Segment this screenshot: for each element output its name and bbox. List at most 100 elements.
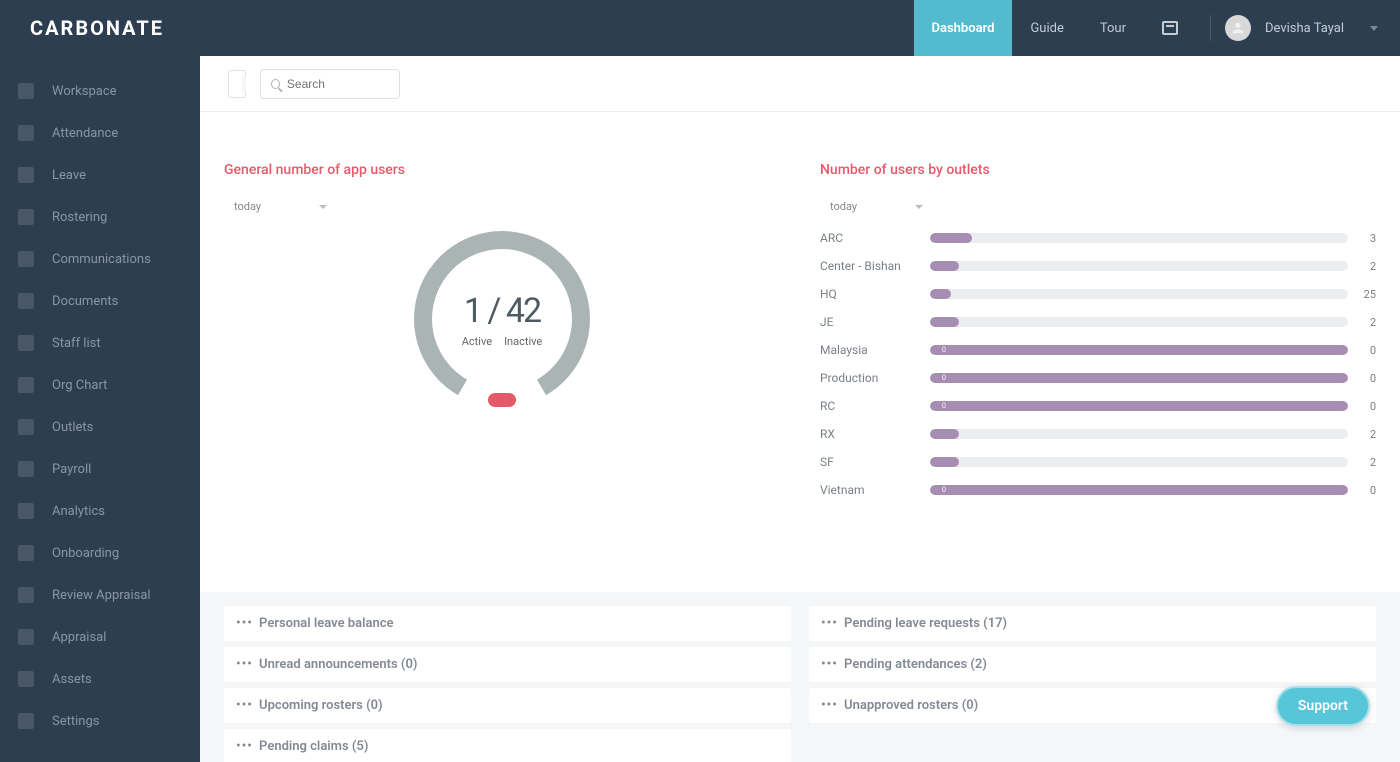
sidebar-item-label: Documents bbox=[52, 294, 118, 309]
outlet-row: Center - Bishan2 bbox=[820, 259, 1376, 273]
gauge-value: 1 / 42 bbox=[456, 291, 549, 331]
summary-card[interactable]: ••• Pending leave requests (17) bbox=[809, 606, 1376, 641]
outlet-name: RX bbox=[820, 427, 930, 441]
outlet-name: Vietnam bbox=[820, 483, 930, 497]
summary-card[interactable]: ••• Unread announcements (0) bbox=[224, 647, 791, 682]
chevron-down-icon bbox=[915, 205, 923, 209]
summary-title: Upcoming rosters (0) bbox=[256, 698, 383, 713]
avatar[interactable] bbox=[1225, 15, 1251, 41]
nav-tour[interactable]: Tour bbox=[1082, 0, 1144, 56]
sidebar-item-settings[interactable]: Settings bbox=[0, 700, 200, 742]
chevron-down-icon[interactable] bbox=[1370, 26, 1378, 31]
summary-card[interactable]: ••• Pending claims (5) bbox=[224, 729, 791, 762]
drag-icon: ••• bbox=[821, 657, 838, 672]
gauge-wrap: 1 / 42 ActiveInactive bbox=[224, 231, 780, 407]
sidebar-item-communications[interactable]: Communications bbox=[0, 238, 200, 280]
outlet-row: Malaysia00 bbox=[820, 343, 1376, 357]
panel-app-users: General number of app users today 1 / 42… bbox=[224, 162, 780, 562]
username[interactable]: Devisha Tayal bbox=[1265, 21, 1344, 36]
sidebar-item-review-appraisal[interactable]: Review Appraisal bbox=[0, 574, 200, 616]
summary-left-col: ••• Personal leave balance ••• Unread ann… bbox=[224, 606, 791, 762]
outlet-name: Production bbox=[820, 371, 930, 385]
sidebar-item-label: Org Chart bbox=[52, 378, 107, 393]
outlet-row: ARC3 bbox=[820, 231, 1376, 245]
sidebar-item-label: Attendance bbox=[52, 126, 118, 141]
search-input[interactable] bbox=[287, 77, 389, 91]
outlet-count: 0 bbox=[1348, 484, 1376, 497]
sidebar-item-rostering[interactable]: Rostering bbox=[0, 196, 200, 238]
drag-icon: ••• bbox=[236, 616, 253, 631]
sidebar-item-staff-list[interactable]: Staff list bbox=[0, 322, 200, 364]
sidebar-item-assets[interactable]: Assets bbox=[0, 658, 200, 700]
period-dropdown[interactable]: today bbox=[224, 200, 780, 213]
outlet-count: 0 bbox=[1348, 344, 1376, 357]
sidebar-icon bbox=[18, 83, 34, 99]
sidebar-item-outlets[interactable]: Outlets bbox=[0, 406, 200, 448]
search-box[interactable] bbox=[260, 69, 400, 99]
sidebar-icon bbox=[18, 377, 34, 393]
panel-title: Number of users by outlets bbox=[820, 162, 1376, 178]
outlet-row: RX 2 bbox=[820, 427, 1376, 441]
sidebar-item-workspace[interactable]: Workspace bbox=[0, 70, 200, 112]
outlet-count: 3 bbox=[1348, 232, 1376, 245]
nav-guide[interactable]: Guide bbox=[1012, 0, 1081, 56]
outlet-row: JE2 bbox=[820, 315, 1376, 329]
outlet-bar bbox=[930, 457, 1348, 467]
calendar-button[interactable] bbox=[1144, 0, 1196, 56]
outlet-bar bbox=[930, 429, 1348, 439]
summary-right-col: ••• Pending leave requests (17) ••• Pendi… bbox=[809, 606, 1376, 762]
sidebar-icon bbox=[18, 167, 34, 183]
gauge-chart: 1 / 42 ActiveInactive bbox=[414, 231, 590, 407]
period-dropdown[interactable]: today bbox=[820, 200, 1376, 213]
gauge-labels: ActiveInactive bbox=[456, 335, 549, 348]
outlet-count: 2 bbox=[1348, 260, 1376, 273]
summary-title: Unapproved rosters (0) bbox=[841, 698, 978, 713]
header: CARBONATE Dashboard Guide Tour Devisha T… bbox=[0, 0, 1400, 56]
drag-icon: ••• bbox=[821, 698, 838, 713]
outlet-name: RC bbox=[820, 399, 930, 413]
sidebar-item-label: Payroll bbox=[52, 462, 91, 477]
summary-card[interactable]: ••• Personal leave balance bbox=[224, 606, 791, 641]
outlet-row: RC00 bbox=[820, 399, 1376, 413]
tab-stub[interactable] bbox=[228, 70, 246, 98]
sidebar-icon bbox=[18, 293, 34, 309]
main: General number of app users today 1 / 42… bbox=[200, 56, 1400, 762]
outlet-row: Production00 bbox=[820, 371, 1376, 385]
sidebar-item-payroll[interactable]: Payroll bbox=[0, 448, 200, 490]
summary-card[interactable]: ••• Upcoming rosters (0) bbox=[224, 688, 791, 723]
sidebar-item-documents[interactable]: Documents bbox=[0, 280, 200, 322]
sidebar-icon bbox=[18, 125, 34, 141]
sidebar-item-appraisal[interactable]: Appraisal bbox=[0, 616, 200, 658]
gauge-indicator bbox=[488, 393, 516, 407]
summary-title: Pending claims (5) bbox=[256, 739, 369, 754]
sidebar-item-label: Communications bbox=[52, 252, 151, 267]
sidebar-item-onboarding[interactable]: Onboarding bbox=[0, 532, 200, 574]
outlet-count: 2 bbox=[1348, 428, 1376, 441]
calendar-icon bbox=[1162, 21, 1178, 35]
sidebar-icon bbox=[18, 671, 34, 687]
support-button[interactable]: Support bbox=[1276, 686, 1370, 726]
summary-title: Pending attendances (2) bbox=[841, 657, 987, 672]
outlet-bar: 0 bbox=[930, 401, 1348, 411]
sidebar-item-label: Settings bbox=[52, 714, 99, 729]
sidebar-item-org-chart[interactable]: Org Chart bbox=[0, 364, 200, 406]
sidebar-item-leave[interactable]: Leave bbox=[0, 154, 200, 196]
period-label: today bbox=[830, 200, 857, 213]
panel-title: General number of app users bbox=[224, 162, 780, 178]
period-label: today bbox=[234, 200, 261, 213]
dashboard-content: General number of app users today 1 / 42… bbox=[200, 112, 1400, 592]
sidebar-item-attendance[interactable]: Attendance bbox=[0, 112, 200, 154]
sidebar-item-analytics[interactable]: Analytics bbox=[0, 490, 200, 532]
nav-dashboard[interactable]: Dashboard bbox=[914, 0, 1013, 56]
outlet-count: 0 bbox=[1348, 372, 1376, 385]
logo: CARBONATE bbox=[30, 16, 164, 40]
sidebar-item-label: Outlets bbox=[52, 420, 93, 435]
sidebar-icon bbox=[18, 461, 34, 477]
summary-card[interactable]: ••• Pending attendances (2) bbox=[809, 647, 1376, 682]
sidebar-icon bbox=[18, 545, 34, 561]
sidebar-icon bbox=[18, 503, 34, 519]
sidebar-icon bbox=[18, 335, 34, 351]
sidebar-item-label: Review Appraisal bbox=[52, 588, 151, 603]
outlet-name: Malaysia bbox=[820, 343, 930, 357]
sidebar-icon bbox=[18, 209, 34, 225]
